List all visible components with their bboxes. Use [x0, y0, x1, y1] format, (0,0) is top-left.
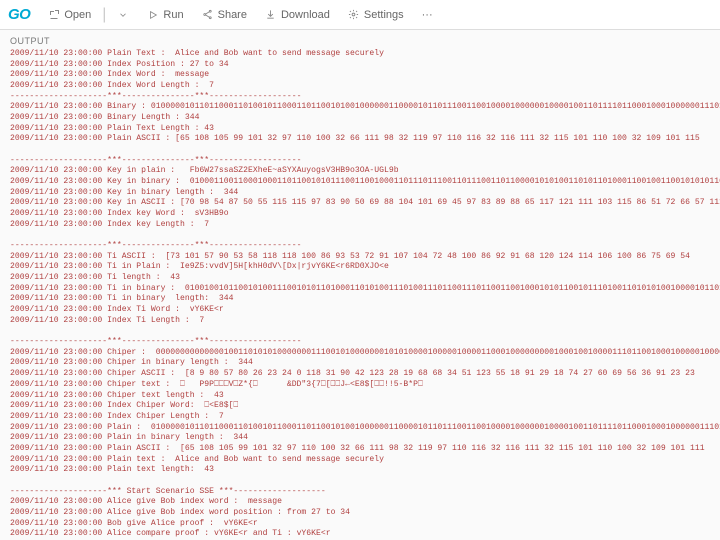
open-dropdown[interactable]: [109, 7, 137, 23]
divider: |: [101, 6, 107, 24]
open-icon: [48, 9, 60, 21]
console-output: 2009/11/10 23:00:00 Plain Text : Alice a…: [0, 49, 720, 540]
settings-label: Settings: [364, 9, 404, 21]
run-button[interactable]: Run: [139, 7, 191, 23]
play-icon: [147, 9, 159, 21]
go-logo: GO: [6, 6, 38, 23]
top-toolbar: GO Open | Run Share Download Settings: [0, 0, 720, 30]
more-button[interactable]: ···: [414, 7, 441, 23]
share-label: Share: [218, 9, 247, 21]
download-icon: [265, 9, 277, 21]
download-label: Download: [281, 9, 330, 21]
share-icon: [202, 9, 214, 21]
chevron-down-icon: [117, 9, 129, 21]
more-icon: ···: [422, 9, 433, 21]
download-button[interactable]: Download: [257, 7, 338, 23]
output-header: OUTPUT: [0, 30, 720, 49]
run-label: Run: [163, 9, 183, 21]
share-button[interactable]: Share: [194, 7, 255, 23]
open-button[interactable]: Open: [40, 7, 99, 23]
open-label: Open: [64, 9, 91, 21]
settings-button[interactable]: Settings: [340, 7, 412, 23]
gear-icon: [348, 9, 360, 21]
